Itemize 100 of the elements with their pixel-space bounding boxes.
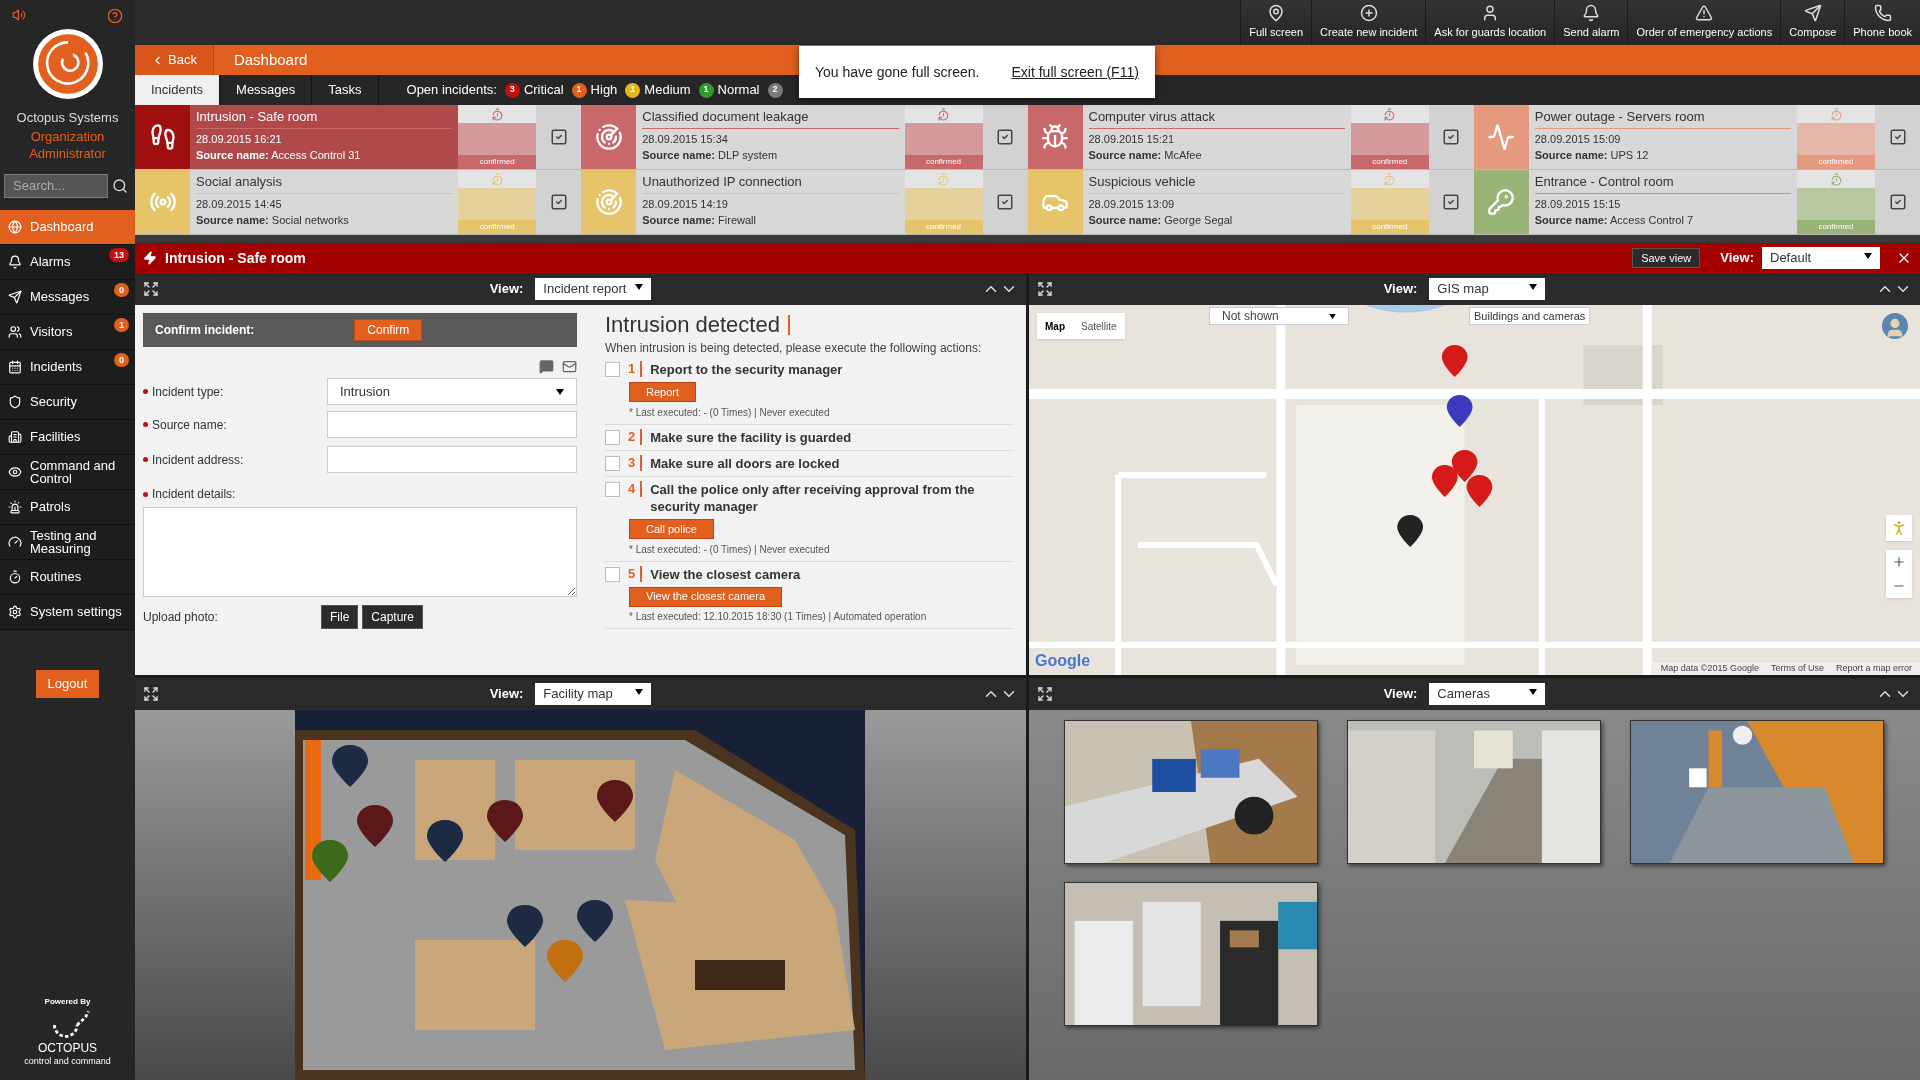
view-dropdown[interactable]: Facility map [535, 683, 652, 705]
sidebar-item[interactable]: Security [0, 384, 135, 420]
check-icon[interactable] [1888, 128, 1907, 146]
clock-icon [937, 107, 950, 121]
incident-type-select[interactable]: Intrusion [327, 378, 577, 405]
check-icon[interactable] [996, 193, 1014, 211]
toolbar-button[interactable]: Phone book [1844, 0, 1920, 45]
help-icon[interactable] [107, 8, 123, 24]
back-button[interactable]: Back [135, 45, 214, 75]
details-field[interactable] [143, 507, 577, 597]
expand-icon[interactable] [143, 686, 159, 702]
sidebar-item[interactable]: Routines [0, 559, 135, 595]
upload-button[interactable]: Capture [362, 605, 424, 629]
action-checkbox[interactable] [605, 481, 620, 497]
incident-card[interactable]: Social analysis 28.09.2015 14:45 Source name: Social networks confirmed [135, 170, 582, 235]
field-label: Incident address: [143, 450, 244, 469]
gauge-icon [8, 534, 22, 549]
incident-card[interactable]: Classified document leakage 28.09.2015 15:34 Source name: DLP system confirmed [581, 105, 1028, 170]
incident-card[interactable]: Unauthorized IP connection 28.09.2015 14:19 Source name: Firewall confirmed [581, 170, 1028, 235]
map-attribution[interactable]: Terms of Use [1770, 661, 1824, 675]
view-dropdown[interactable]: Incident report [535, 278, 652, 300]
sidebar-item[interactable]: Testing and Measuring [0, 524, 135, 560]
sidebar-item[interactable]: Visitors 1 [0, 314, 135, 350]
status-label: confirmed [904, 155, 983, 169]
action-button[interactable]: Call police [629, 518, 714, 539]
footprints-icon [148, 123, 177, 151]
speaker-icon[interactable] [12, 8, 26, 22]
sidebar-item[interactable]: Command and Control [0, 454, 135, 490]
report-heading: Intrusion detected [605, 311, 780, 339]
tab[interactable]: Incidents [135, 75, 221, 105]
action-number: 2 [628, 428, 643, 445]
mail-icon[interactable] [562, 359, 577, 374]
toolbar-button[interactable]: Send alarm [1554, 0, 1628, 45]
check-icon[interactable] [549, 193, 568, 211]
view-dropdown[interactable]: Default [1762, 247, 1880, 269]
gis-map[interactable]: Map Satellite Not shown Buildings and cameras Google Map data ©2015 Google Terms of Use Report a map error [1029, 305, 1920, 675]
sidebar-item[interactable]: Alarms 13 [0, 244, 135, 280]
action-checkbox[interactable] [605, 429, 620, 445]
map-attribution[interactable]: Report a map error [1835, 661, 1912, 675]
check-icon[interactable] [549, 128, 568, 146]
text-field[interactable] [327, 446, 577, 473]
field-label: Incident details: [143, 485, 577, 503]
action-button[interactable]: View the closest camera [629, 586, 783, 607]
action-note: * Last executed: 12.10.2015 18:30 (1 Times) | Automated operation [629, 610, 928, 625]
clock-icon [937, 172, 950, 186]
check-icon[interactable] [1888, 193, 1907, 211]
text-field[interactable] [327, 411, 577, 438]
action-text: Make sure all doors are locked [650, 454, 840, 472]
comment-icon[interactable] [539, 359, 554, 374]
view-dropdown[interactable]: Cameras [1429, 683, 1546, 705]
incident-card[interactable]: Intrusion - Safe room 28.09.2015 16:21 Source name: Access Control 31 confirmed [135, 105, 582, 170]
sidebar-item[interactable]: Facilities [0, 419, 135, 455]
bolt-icon [143, 251, 157, 265]
map-pin-icon [1267, 4, 1286, 23]
action-checkbox[interactable] [605, 362, 620, 377]
action-checkbox[interactable] [605, 455, 620, 471]
incident-card[interactable]: Computer virus attack 28.09.2015 15:21 Source name: McAfee confirmed [1027, 105, 1474, 170]
search-icon[interactable] [112, 177, 128, 194]
count-badge: 1 [114, 317, 129, 332]
layer-select[interactable]: Not shown [1209, 307, 1349, 325]
incident-card[interactable]: Entrance - Control room 28.09.2015 15:15 Source name: Access Control 7 confirmed [1473, 170, 1920, 235]
map-logo: Google [1035, 651, 1091, 671]
upload-button[interactable]: File [321, 605, 359, 629]
brand-tagline: control and command [24, 1054, 111, 1068]
sidebar-item[interactable]: System settings [0, 594, 135, 630]
sidebar-item[interactable]: Dashboard [0, 209, 135, 245]
report-intro: When intrusion is being detected, please execute the following actions: [605, 340, 983, 357]
incident-card[interactable]: Suspicious vehicle 28.09.2015 13:09 Source name: George Segal confirmed [1027, 170, 1474, 235]
check-icon[interactable] [1442, 128, 1461, 146]
toolbar-button[interactable]: Full screen [1240, 0, 1312, 45]
exit-fullscreen-link[interactable]: Exit full screen (F11) [1011, 61, 1139, 83]
view-dropdown[interactable]: GIS map [1429, 278, 1546, 300]
save-view-button[interactable]: Save view [1632, 248, 1701, 268]
action-checkbox[interactable] [605, 566, 620, 582]
incident-card[interactable]: Power outage - Servers room 28.09.2015 15:09 Source name: UPS 12 confirmed [1473, 105, 1920, 170]
check-icon[interactable] [1442, 193, 1461, 211]
toolbar-button[interactable]: Ask for guards location [1425, 0, 1555, 45]
sidebar-item[interactable]: Incidents 0 [0, 349, 135, 385]
action-text: View the closest camera [650, 565, 801, 583]
incident-date: 28.09.2015 14:45 [196, 196, 283, 212]
toolbar-button[interactable]: Create new incident [1311, 0, 1426, 45]
map-type-toggle[interactable]: Satellite [1073, 313, 1125, 339]
check-icon[interactable] [996, 128, 1014, 146]
toolbar-button[interactable]: Compose [1780, 0, 1845, 45]
sidebar-item[interactable]: Messages 0 [0, 279, 135, 315]
layer-filter[interactable]: Buildings and cameras [1469, 307, 1591, 325]
expand-icon[interactable] [1037, 686, 1053, 702]
sidebar-item[interactable]: Patrols [0, 489, 135, 525]
logout-button[interactable]: Logout [35, 669, 100, 698]
toolbar-button[interactable]: Order of emergency actions [1627, 0, 1781, 45]
facility-map-view[interactable] [135, 710, 1026, 1080]
expand-icon[interactable] [143, 281, 159, 297]
expand-icon[interactable] [1037, 281, 1053, 297]
map-type-toggle[interactable]: Map [1037, 313, 1073, 339]
action-button[interactable]: Report [629, 382, 697, 402]
search-field[interactable]: Search... [4, 173, 108, 198]
field-label: Incident type: [143, 382, 224, 401]
confirm-button[interactable]: Confirm [354, 319, 423, 341]
view-label: View: [1720, 249, 1754, 268]
count-badge: 13 [109, 247, 129, 262]
